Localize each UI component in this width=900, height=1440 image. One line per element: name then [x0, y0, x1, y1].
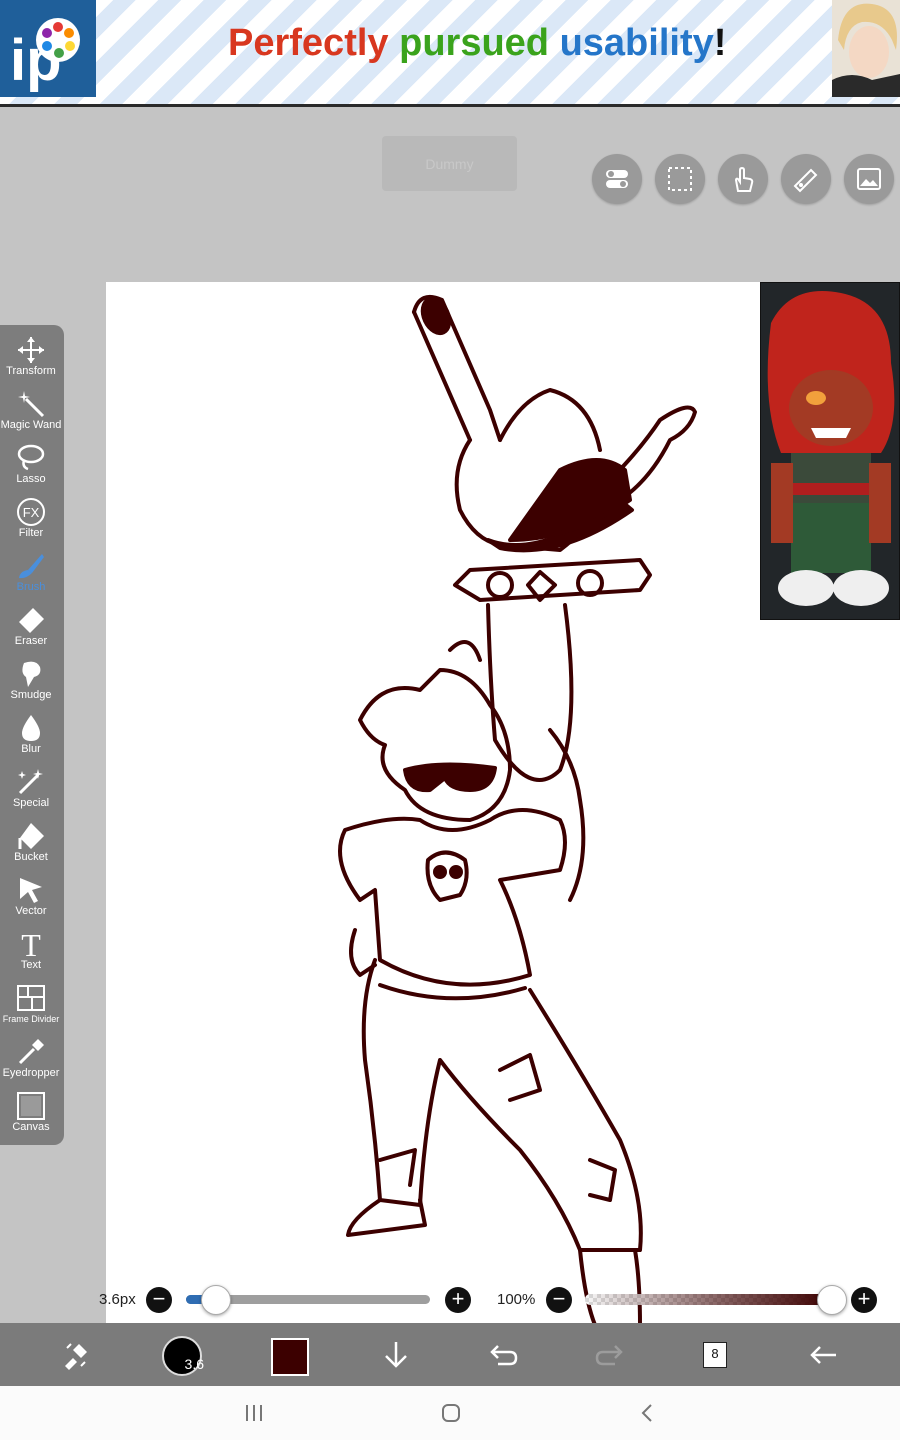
smudge-icon: [22, 661, 41, 687]
tool-label: Bucket: [14, 851, 48, 863]
chevron-left-icon: [641, 1404, 652, 1422]
ad-word-2: pursued: [399, 22, 550, 64]
tool-lasso[interactable]: Lasso: [0, 437, 62, 491]
cursor-icon: [20, 878, 42, 903]
hand-button[interactable]: [718, 154, 768, 204]
reference-image-button[interactable]: [844, 154, 894, 204]
tool-text[interactable]: T Text: [0, 923, 62, 977]
magic-wand-icon: [18, 391, 45, 418]
tool-blur[interactable]: Blur: [0, 707, 62, 761]
ruler-icon: [793, 168, 818, 193]
ruler-button[interactable]: [781, 154, 831, 204]
tool-label: Transform: [6, 365, 56, 377]
recents-icon: [246, 1405, 262, 1421]
system-back-button[interactable]: [633, 1400, 663, 1426]
svg-text:T: T: [21, 929, 41, 959]
ad-word-1: Perfectly: [228, 22, 389, 64]
tool-smudge[interactable]: Smudge: [0, 653, 62, 707]
tool-vector[interactable]: Vector: [0, 869, 62, 923]
frame-icon: [17, 985, 45, 1011]
selection-icon: [668, 167, 692, 191]
fx-icon: FX: [17, 498, 45, 526]
brush-size-value: 3.6px: [99, 1291, 136, 1308]
back-button[interactable]: [801, 1333, 845, 1377]
opacity-increase-button[interactable]: +: [851, 1287, 877, 1313]
recent-apps-button[interactable]: [239, 1400, 269, 1426]
quick-switch-button[interactable]: [54, 1333, 98, 1377]
tool-eyedropper[interactable]: Eyedropper: [0, 1031, 62, 1085]
brush-size-slider-thumb[interactable]: [201, 1285, 231, 1315]
undo-icon: [490, 1345, 518, 1366]
download-button[interactable]: [374, 1333, 418, 1377]
hand-icon: [734, 166, 754, 192]
opacity-decrease-button[interactable]: −: [546, 1287, 572, 1313]
tool-transform[interactable]: Transform: [0, 329, 62, 383]
brush-icon: [19, 554, 44, 579]
brush-eraser-swap-icon: [65, 1343, 87, 1370]
ad-word-3: usability: [559, 22, 714, 64]
current-color-swatch[interactable]: [271, 1338, 309, 1376]
tool-label: Magic Wand: [0, 419, 62, 431]
ibispaint-logo: ip: [0, 0, 96, 97]
tool-label: Vector: [15, 905, 47, 917]
home-button[interactable]: [436, 1400, 466, 1426]
move-icon: [18, 337, 44, 363]
brush-size-preview[interactable]: 3.6: [162, 1336, 204, 1376]
text-icon: T: [21, 929, 41, 959]
bottom-toolbar: [0, 1323, 900, 1386]
tool-canvas[interactable]: Canvas: [0, 1085, 62, 1139]
ad-punct: !: [713, 22, 727, 64]
size-decrease-button[interactable]: −: [146, 1287, 172, 1313]
tool-label: Brush: [16, 581, 46, 593]
toggle-settings-button[interactable]: [592, 154, 642, 204]
tool-label: Special: [12, 797, 50, 809]
bucket-icon: [18, 823, 44, 849]
tool-label: Text: [20, 959, 42, 971]
tool-frame-divider[interactable]: Frame Divider: [0, 977, 62, 1031]
tool-label: Frame Divider: [2, 1014, 60, 1024]
toggle-icon: [606, 170, 628, 188]
tool-eraser[interactable]: Eraser: [0, 599, 62, 653]
layers-button[interactable]: 8: [703, 1342, 727, 1368]
lasso-icon: [17, 444, 45, 471]
tool-bucket[interactable]: Bucket: [0, 815, 62, 869]
tool-palette: Transform Magic Wand Lasso FX Filter Bru…: [0, 325, 64, 1145]
reference-image-window[interactable]: [760, 282, 900, 620]
ad-headline: Perfectly pursued usability!: [228, 22, 726, 65]
home-icon: [442, 1404, 460, 1422]
undo-button[interactable]: [481, 1333, 525, 1377]
drop-icon: [22, 715, 40, 741]
tool-label: Blur: [21, 743, 41, 755]
eyedropper-icon: [18, 1039, 44, 1065]
redo-button[interactable]: [588, 1333, 632, 1377]
tool-filter[interactable]: FX Filter: [0, 491, 62, 545]
image-icon: [857, 168, 881, 190]
arrow-left-icon: [810, 1346, 836, 1364]
tool-label: Eyedropper: [2, 1067, 60, 1079]
tool-magic-wand[interactable]: Magic Wand: [0, 383, 62, 437]
redo-icon: [595, 1345, 623, 1366]
ad-character-portrait: [832, 0, 900, 97]
tool-label: Smudge: [10, 689, 52, 701]
tool-label: Filter: [18, 527, 44, 539]
brush-size-preview-value: 3.6: [184, 1356, 204, 1372]
selection-button[interactable]: [655, 154, 705, 204]
ad-banner[interactable]: ip Perfectly pursued usability!: [0, 0, 900, 107]
reference-character-image: [761, 283, 899, 619]
tool-label: Canvas: [12, 1121, 50, 1133]
svg-text:FX: FX: [23, 505, 40, 520]
opacity-slider-thumb[interactable]: [817, 1285, 847, 1315]
size-increase-button[interactable]: +: [445, 1287, 471, 1313]
dummy-button: Dummy: [382, 136, 517, 191]
tool-label: Lasso: [16, 473, 46, 485]
opacity-value: 100%: [497, 1291, 536, 1308]
arrow-down-icon: [385, 1342, 407, 1368]
opacity-slider[interactable]: [585, 1294, 831, 1305]
eraser-icon: [19, 608, 44, 633]
canvas-icon: [17, 1092, 45, 1120]
tool-special[interactable]: Special: [0, 761, 62, 815]
tool-brush[interactable]: Brush: [0, 545, 62, 599]
tool-label: Eraser: [14, 635, 48, 647]
special-icon: [18, 769, 43, 795]
